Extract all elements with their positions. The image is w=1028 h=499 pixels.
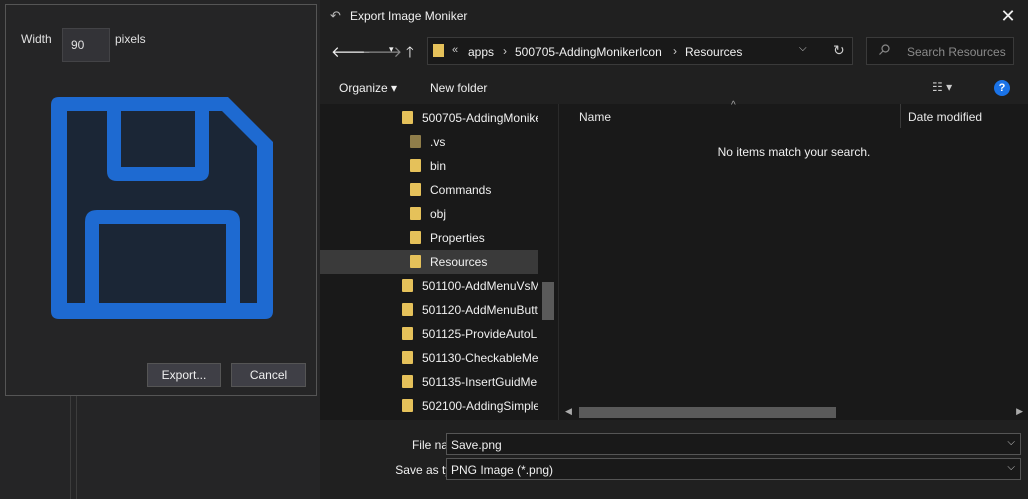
breadcrumb-separator-icon[interactable]: › [673, 44, 677, 58]
cancel-button[interactable]: Cancel [231, 363, 306, 387]
scroll-left-icon[interactable]: ◀ [565, 406, 572, 417]
tree-scrollbar[interactable] [538, 104, 558, 420]
help-icon[interactable]: ? [994, 80, 1010, 96]
folder-icon [402, 111, 413, 124]
views-icon[interactable]: ☷ ▾ [932, 80, 952, 94]
column-header-date-modified[interactable]: Date modified [908, 110, 982, 124]
folder-icon [410, 255, 421, 268]
scroll-right-icon[interactable]: ▶ [1016, 406, 1023, 417]
tree-item[interactable]: .vs [320, 130, 538, 154]
folder-icon [402, 375, 413, 388]
folder-icon [410, 231, 421, 244]
tree-item[interactable]: Resources [320, 250, 538, 274]
folder-icon [433, 44, 444, 57]
new-folder-button[interactable]: New folder [430, 81, 487, 95]
tree-item[interactable]: 501100-AddMenuVsM [320, 274, 538, 298]
navigation-bar: 🡐 🡒 ▾ 🡑 « apps › 500705-AddingMonikerIco… [320, 32, 1028, 72]
up-arrow-icon[interactable]: 🡑 [406, 42, 414, 67]
tree-item[interactable]: 502100-AddingSimple [320, 394, 538, 418]
title-bar: ↶ Export Image Moniker ✕ [320, 0, 1028, 32]
folder-icon [410, 207, 421, 220]
folder-tree: 500705-AddingMonike .vs bin Commands obj Prop… [320, 104, 558, 420]
tree-item[interactable]: bin [320, 154, 538, 178]
scrollbar-thumb[interactable] [579, 407, 836, 418]
search-placeholder: Search Resources [907, 45, 1006, 59]
export-dialog: ↶ Export Image Moniker ✕ 🡐 🡒 ▾ 🡑 « apps … [320, 0, 1028, 499]
width-input[interactable] [62, 28, 110, 62]
pixels-label: pixels [115, 32, 146, 46]
width-label: Width [21, 32, 52, 46]
tree-item-label: 501120-AddMenuButt [422, 303, 538, 317]
moniker-export-panel: Width pixels Export... Cancel [5, 4, 317, 396]
tree-item[interactable]: 501125-ProvideAutoL [320, 322, 538, 346]
folder-icon [402, 327, 413, 340]
breadcrumb-project[interactable]: 500705-AddingMonikerIcon [515, 45, 662, 59]
folder-icon [402, 279, 413, 292]
file-list: ^ Name Date modified No items match your… [558, 100, 1028, 420]
tree-item-label: 502100-AddingSimple [422, 399, 538, 413]
chevron-down-icon[interactable]: ⌵ [1007, 437, 1015, 448]
close-button[interactable]: ✕ [996, 4, 1020, 28]
tree-item-label: Resources [430, 255, 488, 269]
tree-item[interactable]: 501120-AddMenuButt [320, 298, 538, 322]
column-divider[interactable] [900, 104, 901, 128]
horizontal-scrollbar[interactable]: ◀ ▶ [559, 404, 1028, 420]
folder-icon [410, 159, 421, 172]
organize-button[interactable]: Organize ▾ [339, 81, 397, 95]
tree-item-label: Properties [430, 231, 485, 245]
tree-item-label: 500705-AddingMonike [422, 111, 538, 125]
overflow-chevron-icon[interactable]: « [452, 44, 458, 56]
file-name-field[interactable]: Save.png ⌵ [446, 433, 1021, 455]
scrollbar-thumb[interactable] [542, 282, 554, 320]
command-toolbar: Organize ▾ New folder ☷ ▾ ? [320, 72, 1028, 104]
breadcrumb-resources[interactable]: Resources [685, 45, 742, 59]
folder-icon [402, 303, 413, 316]
save-options: File name: Save.png ⌵ Save as type: PNG … [320, 420, 1028, 499]
refresh-icon[interactable]: ↻ [833, 42, 845, 59]
undo-arrow-icon: ↶ [330, 8, 341, 23]
address-bar[interactable]: « apps › 500705-AddingMonikerIcon › Reso… [427, 37, 853, 65]
save-as-type-select[interactable]: PNG Image (*.png) ⌵ [446, 458, 1021, 480]
floppy-disk-save-icon [51, 97, 273, 319]
tree-item[interactable]: 501130-CheckableMe [320, 346, 538, 370]
tree-item-label: .vs [430, 135, 446, 149]
tree-item-label: bin [430, 159, 447, 173]
tree-item-label: 501135-InsertGuidMe [422, 375, 538, 389]
tree-item-label: 501100-AddMenuVsM [422, 279, 538, 293]
file-name-value: Save.png [451, 438, 502, 452]
tree-item-label: 501130-CheckableMe [422, 351, 538, 365]
tree-item[interactable]: Commands [320, 178, 538, 202]
tree-item[interactable]: 500705-AddingMonike [320, 106, 538, 130]
empty-message: No items match your search. [717, 145, 871, 159]
recent-locations-chevron-icon[interactable]: ▾ [389, 44, 394, 55]
sort-arrow-icon: ^ [731, 100, 736, 111]
tree-item-label: obj [430, 207, 447, 221]
save-as-type-value: PNG Image (*.png) [451, 463, 554, 477]
tree-item[interactable]: 501135-InsertGuidMe [320, 370, 538, 394]
folder-icon [410, 135, 421, 148]
export-button[interactable]: Export... [147, 363, 221, 387]
search-icon [879, 44, 890, 55]
folder-icon [402, 351, 413, 364]
folder-icon [402, 399, 413, 412]
column-header-name[interactable]: Name [579, 110, 611, 124]
tree-item[interactable]: Properties [320, 226, 538, 250]
divider-line [76, 396, 77, 499]
breadcrumb-apps[interactable]: apps [468, 45, 494, 59]
search-input[interactable]: Search Resources [866, 37, 1014, 65]
divider-line [70, 396, 71, 499]
dialog-title: Export Image Moniker [350, 9, 468, 23]
breadcrumb-separator-icon[interactable]: › [503, 44, 507, 58]
address-dropdown-icon[interactable]: ⌵ [799, 43, 807, 54]
tree-item-label: 501125-ProvideAutoL [422, 327, 538, 341]
chevron-down-icon[interactable]: ⌵ [1007, 462, 1015, 473]
folder-icon [410, 183, 421, 196]
forward-arrow-icon[interactable]: 🡒 [362, 42, 402, 61]
tree-item-label: Commands [430, 183, 492, 197]
tree-item[interactable]: obj [320, 202, 538, 226]
